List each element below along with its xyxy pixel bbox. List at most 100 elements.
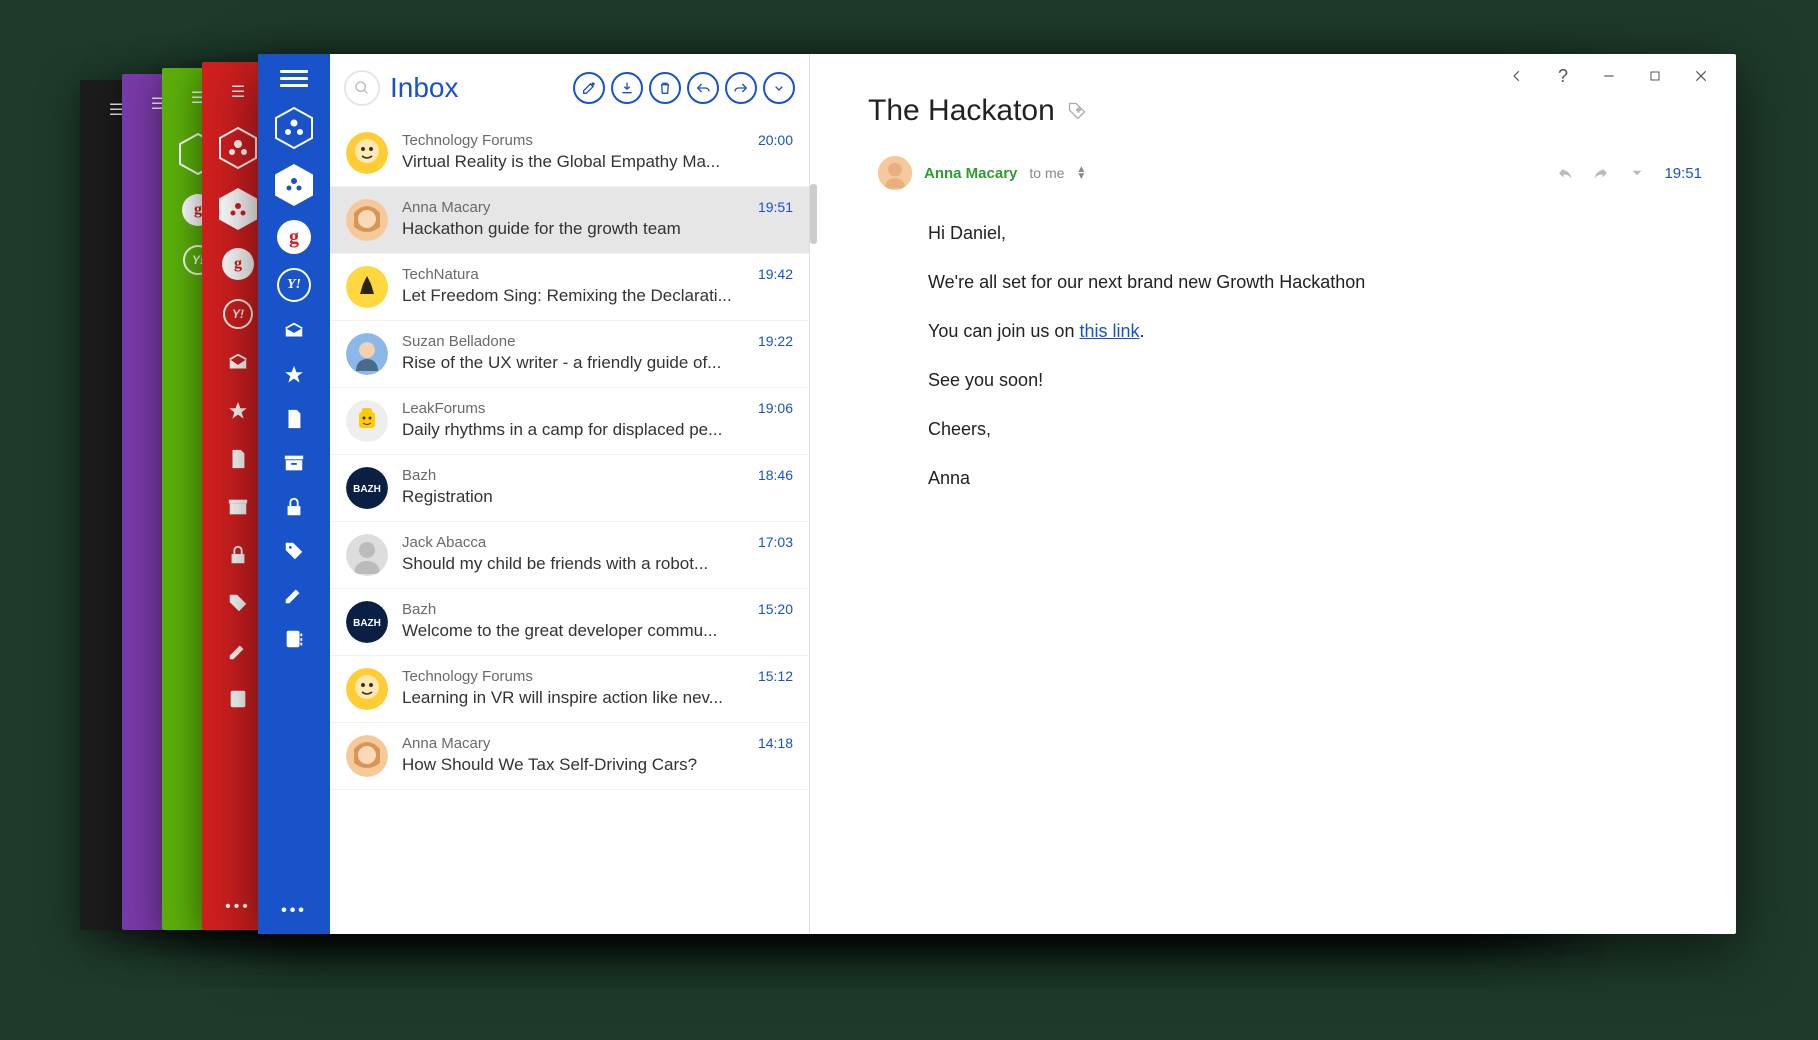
search-button[interactable]	[344, 70, 380, 106]
file-nav[interactable]	[279, 404, 309, 434]
message-subject: Rise of the UX writer - a friendly guide…	[402, 353, 736, 373]
star-nav[interactable]	[279, 360, 309, 390]
svg-text:BAZH: BAZH	[353, 618, 381, 629]
pane-divider[interactable]	[810, 54, 820, 934]
contacts-icon	[223, 684, 253, 714]
more-button[interactable]	[763, 72, 795, 104]
message-sender: Bazh	[402, 467, 736, 484]
detail-subject: The Hackaton	[868, 94, 1055, 128]
back-button[interactable]	[1496, 61, 1538, 91]
google-account[interactable]: g	[277, 220, 311, 254]
message-item[interactable]: LeakForumsDaily rhythms in a camp for di…	[330, 388, 809, 455]
dropdown-icon[interactable]	[1628, 164, 1646, 182]
hex-account-active-icon	[219, 188, 257, 230]
hex-account-icon	[218, 126, 258, 170]
message-sender: LeakForums	[402, 400, 736, 417]
avatar	[346, 400, 388, 442]
message-list: Technology ForumsVirtual Reality is the …	[330, 120, 809, 934]
message-time: 15:20	[750, 601, 793, 617]
message-subject: How Should We Tax Self-Driving Cars?	[402, 755, 736, 775]
reply-icon[interactable]	[1556, 164, 1574, 182]
team-account[interactable]	[274, 106, 314, 150]
message-item[interactable]: BAZH Bazh Welcome to the great developer c…	[330, 589, 809, 656]
avatar	[346, 735, 388, 777]
lock-nav[interactable]	[279, 492, 309, 522]
inbox-nav[interactable]	[279, 316, 309, 346]
detail-time: 19:51	[1664, 165, 1702, 182]
message-body: Hi Daniel, We're all set for our next br…	[868, 220, 1702, 514]
edit-nav[interactable]	[279, 580, 309, 610]
message-sender: Technology Forums	[402, 668, 736, 685]
message-time: 15:12	[750, 668, 793, 684]
folder-title: Inbox	[390, 72, 459, 104]
tag-icon	[223, 588, 253, 618]
message-item[interactable]: BAZHBazhRegistration18:46	[330, 455, 809, 522]
yahoo-account-icon: Y!	[222, 298, 254, 330]
message-time: 19:42	[750, 266, 793, 282]
body-line2: You can join us on this link.	[928, 318, 1702, 345]
sender-row: Anna Macary to me ▲▼ 19:51	[868, 156, 1702, 190]
forward-button[interactable]	[725, 72, 757, 104]
message-time: 14:18	[750, 735, 793, 751]
message-subject: Hackathon guide for the growth team	[402, 219, 736, 239]
message-subject: Welcome to the great developer commu...	[402, 621, 736, 641]
close-button[interactable]	[1680, 61, 1722, 91]
scrollbar-thumb[interactable]	[810, 184, 817, 244]
team-account-active[interactable]	[275, 164, 313, 206]
reply-button[interactable]	[687, 72, 719, 104]
message-subject: Registration	[402, 487, 736, 507]
message-item[interactable]: Jack AbaccaShould my child be friends wi…	[330, 522, 809, 589]
expand-recipients[interactable]: ▲▼	[1076, 166, 1086, 180]
download-button[interactable]	[611, 72, 643, 104]
lock-icon	[223, 540, 253, 570]
archive-icon	[223, 492, 253, 522]
message-list-pane: Inbox Technology ForumsVirtual Reality i…	[330, 54, 810, 934]
message-time: 19:06	[750, 400, 793, 416]
avatar	[346, 534, 388, 576]
hamburger-menu[interactable]	[280, 66, 308, 86]
body-greeting: Hi Daniel,	[928, 220, 1702, 247]
recipient-label: to me	[1029, 165, 1064, 181]
edit-icon	[223, 636, 253, 666]
message-item[interactable]: Technology ForumsLearning in VR will ins…	[330, 656, 809, 723]
contacts-nav[interactable]	[279, 624, 309, 654]
yahoo-account[interactable]: Y!	[277, 268, 311, 302]
message-item[interactable]: TechNaturaLet Freedom Sing: Remixing the…	[330, 254, 809, 321]
avatar	[346, 266, 388, 308]
help-button[interactable]: ?	[1542, 61, 1584, 91]
inbox-icon	[223, 348, 253, 378]
message-sender: Suzan Belladone	[402, 333, 736, 350]
message-time: 20:00	[750, 132, 793, 148]
main-window: ? g Y! ••• Inbox	[258, 54, 1736, 934]
message-subject: Let Freedom Sing: Remixing the Declarati…	[402, 286, 736, 306]
add-tag-button[interactable]: +	[1067, 101, 1087, 121]
avatar	[346, 333, 388, 375]
delete-button[interactable]	[649, 72, 681, 104]
message-item[interactable]: Suzan Belladone Rise of the UX writer - a…	[330, 321, 809, 388]
message-item[interactable]: Anna Macary Hackathon guide for the growt…	[330, 187, 809, 254]
message-item[interactable]: Technology ForumsVirtual Reality is the …	[330, 120, 809, 187]
forward-icon[interactable]	[1592, 164, 1610, 182]
message-time: 19:51	[750, 199, 793, 215]
message-time: 17:03	[750, 534, 793, 550]
minimize-button[interactable]	[1588, 61, 1630, 91]
compose-button[interactable]	[573, 72, 605, 104]
message-time: 19:22	[750, 333, 793, 349]
maximize-button[interactable]	[1634, 61, 1676, 91]
more-menu[interactable]: •••	[281, 902, 307, 920]
archive-nav[interactable]	[279, 448, 309, 478]
message-item[interactable]: Anna Macary How Should We Tax Self-Drivin…	[330, 723, 809, 790]
message-sender: Bazh	[402, 601, 736, 618]
more-icon: •••	[225, 898, 251, 916]
message-time: 18:46	[750, 467, 793, 483]
google-account-icon: g	[222, 248, 254, 280]
avatar: BAZH	[346, 601, 388, 643]
message-sender: Anna Macary	[402, 199, 736, 216]
message-subject: Should my child be friends with a robot.…	[402, 554, 736, 574]
body-signoff: Cheers,	[928, 416, 1702, 443]
body-link[interactable]: this link	[1079, 321, 1139, 341]
body-sign-name: Anna	[928, 465, 1702, 492]
message-sender: Anna Macary	[402, 735, 736, 752]
file-icon	[223, 444, 253, 474]
tag-nav[interactable]	[279, 536, 309, 566]
